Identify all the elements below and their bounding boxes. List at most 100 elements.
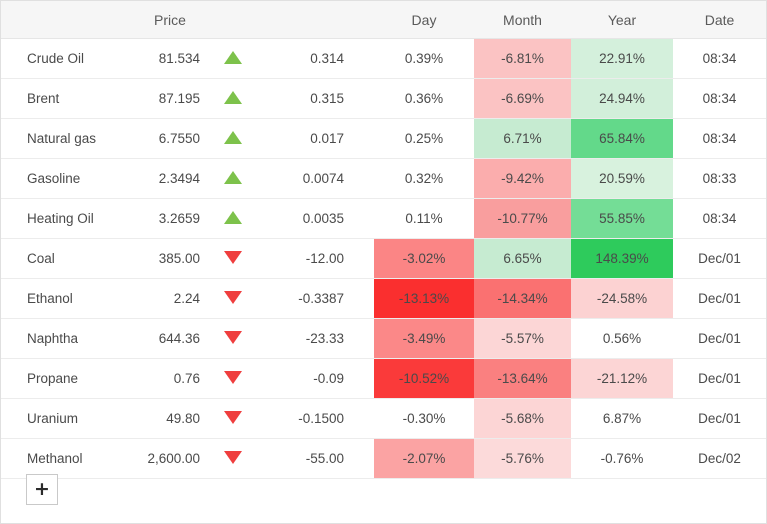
table-row[interactable]: Gasoline 2.3494 0.0074 0.32% -9.42% 20.59% 08:… <box>1 158 766 199</box>
table-row[interactable]: Heating Oil 3.2659 0.0035 0.11% -10.77% 55.85… <box>1 198 766 239</box>
cell-month-change: -14.34% <box>474 278 571 319</box>
cell-direction <box>206 78 260 119</box>
cell-price: 2.24 <box>126 278 206 319</box>
cell-change: 0.0074 <box>260 158 374 199</box>
table-row[interactable]: Ethanol 2.24 -0.3387 -13.13% -14.34% -24.58% D… <box>1 278 766 319</box>
cell-month-change: -5.68% <box>474 398 571 439</box>
cell-date: Dec/01 <box>673 398 766 439</box>
triangle-up-icon <box>224 130 242 144</box>
cell-month-change: 6.71% <box>474 118 571 159</box>
table-header-row: Price Day Month Year Date <box>1 1 766 39</box>
cell-month-change: -5.57% <box>474 318 571 359</box>
cell-instrument-name: Heating Oil <box>1 198 126 239</box>
cell-year-change: 22.91% <box>571 38 673 79</box>
cell-day-change: 0.25% <box>374 118 474 159</box>
table-row[interactable]: Methanol 2,600.00 -55.00 -2.07% -5.76% -0.76%… <box>1 438 766 479</box>
cell-change: -23.33 <box>260 318 374 359</box>
cell-month-change: 6.65% <box>474 238 571 279</box>
cell-instrument-name: Gasoline <box>1 158 126 199</box>
cell-date: Dec/01 <box>673 318 766 359</box>
cell-change: -0.1500 <box>260 398 374 439</box>
cell-day-change: 0.39% <box>374 38 474 79</box>
add-row-button[interactable]: + <box>26 474 58 505</box>
cell-date: 08:33 <box>673 158 766 199</box>
cell-day-change: 0.32% <box>374 158 474 199</box>
cell-date: Dec/02 <box>673 438 766 479</box>
cell-direction <box>206 158 260 199</box>
cell-direction <box>206 38 260 79</box>
cell-direction <box>206 118 260 159</box>
table-row[interactable]: Crude Oil 81.534 0.314 0.39% -6.81% 22.91% 08:… <box>1 38 766 79</box>
cell-month-change: -13.64% <box>474 358 571 399</box>
cell-price: 3.2659 <box>126 198 206 239</box>
table-row[interactable]: Naphtha 644.36 -23.33 -3.49% -5.57% 0.56% Dec/… <box>1 318 766 359</box>
column-header-day[interactable]: Day <box>374 1 474 39</box>
triangle-down-icon <box>224 370 242 384</box>
cell-direction <box>206 198 260 239</box>
triangle-down-icon <box>224 250 242 264</box>
column-header-date[interactable]: Date <box>673 1 766 39</box>
quotes-panel: Price Day Month Year Date Crude Oil 81.53… <box>0 0 767 524</box>
cell-year-change: 6.87% <box>571 398 673 439</box>
cell-change: -0.3387 <box>260 278 374 319</box>
cell-month-change: -6.69% <box>474 78 571 119</box>
cell-year-change: -0.76% <box>571 438 673 479</box>
cell-instrument-name: Methanol <box>1 438 126 479</box>
cell-date: Dec/01 <box>673 238 766 279</box>
cell-month-change: -6.81% <box>474 38 571 79</box>
cell-direction <box>206 278 260 319</box>
table-body: Crude Oil 81.534 0.314 0.39% -6.81% 22.91% 08:… <box>1 38 766 479</box>
cell-price: 81.534 <box>126 38 206 79</box>
commodities-quote-table: Price Day Month Year Date Crude Oil 81.53… <box>1 1 766 479</box>
cell-price: 2.3494 <box>126 158 206 199</box>
table-row[interactable]: Propane 0.76 -0.09 -10.52% -13.64% -21.12% Dec… <box>1 358 766 399</box>
table-row[interactable]: Uranium 49.80 -0.1500 -0.30% -5.68% 6.87% Dec/… <box>1 398 766 439</box>
cell-price: 385.00 <box>126 238 206 279</box>
cell-date: 08:34 <box>673 198 766 239</box>
cell-year-change: 65.84% <box>571 118 673 159</box>
cell-instrument-name: Brent <box>1 78 126 119</box>
triangle-up-icon <box>224 170 242 184</box>
cell-date: Dec/01 <box>673 358 766 399</box>
cell-instrument-name: Uranium <box>1 398 126 439</box>
cell-price: 6.7550 <box>126 118 206 159</box>
table-row[interactable]: Natural gas 6.7550 0.017 0.25% 6.71% 65.84% 08… <box>1 118 766 159</box>
cell-instrument-name: Naphtha <box>1 318 126 359</box>
cell-instrument-name: Propane <box>1 358 126 399</box>
cell-day-change: -3.49% <box>374 318 474 359</box>
triangle-up-icon <box>224 50 242 64</box>
cell-instrument-name: Crude Oil <box>1 38 126 79</box>
triangle-down-icon <box>224 450 242 464</box>
cell-day-change: -13.13% <box>374 278 474 319</box>
cell-direction <box>206 238 260 279</box>
cell-instrument-name: Coal <box>1 238 126 279</box>
cell-direction <box>206 438 260 479</box>
triangle-down-icon <box>224 290 242 304</box>
cell-change: -12.00 <box>260 238 374 279</box>
triangle-down-icon <box>224 330 242 344</box>
column-header-name[interactable] <box>1 1 126 39</box>
cell-day-change: 0.11% <box>374 198 474 239</box>
column-header-arrow[interactable] <box>206 1 260 39</box>
cell-price: 87.195 <box>126 78 206 119</box>
cell-price: 49.80 <box>126 398 206 439</box>
cell-year-change: 0.56% <box>571 318 673 359</box>
cell-direction <box>206 398 260 439</box>
cell-date: 08:34 <box>673 78 766 119</box>
cell-year-change: -24.58% <box>571 278 673 319</box>
cell-change: -0.09 <box>260 358 374 399</box>
cell-day-change: -3.02% <box>374 238 474 279</box>
cell-date: Dec/01 <box>673 278 766 319</box>
cell-year-change: -21.12% <box>571 358 673 399</box>
column-header-change[interactable] <box>260 1 374 39</box>
triangle-down-icon <box>224 410 242 424</box>
column-header-year[interactable]: Year <box>571 1 673 39</box>
cell-change: 0.315 <box>260 78 374 119</box>
cell-change: 0.017 <box>260 118 374 159</box>
column-header-month[interactable]: Month <box>474 1 571 39</box>
table-row[interactable]: Coal 385.00 -12.00 -3.02% 6.65% 148.39% Dec/01 <box>1 238 766 279</box>
cell-change: 0.314 <box>260 38 374 79</box>
cell-year-change: 20.59% <box>571 158 673 199</box>
table-row[interactable]: Brent 87.195 0.315 0.36% -6.69% 24.94% 08:34 <box>1 78 766 119</box>
column-header-price[interactable]: Price <box>126 1 206 39</box>
